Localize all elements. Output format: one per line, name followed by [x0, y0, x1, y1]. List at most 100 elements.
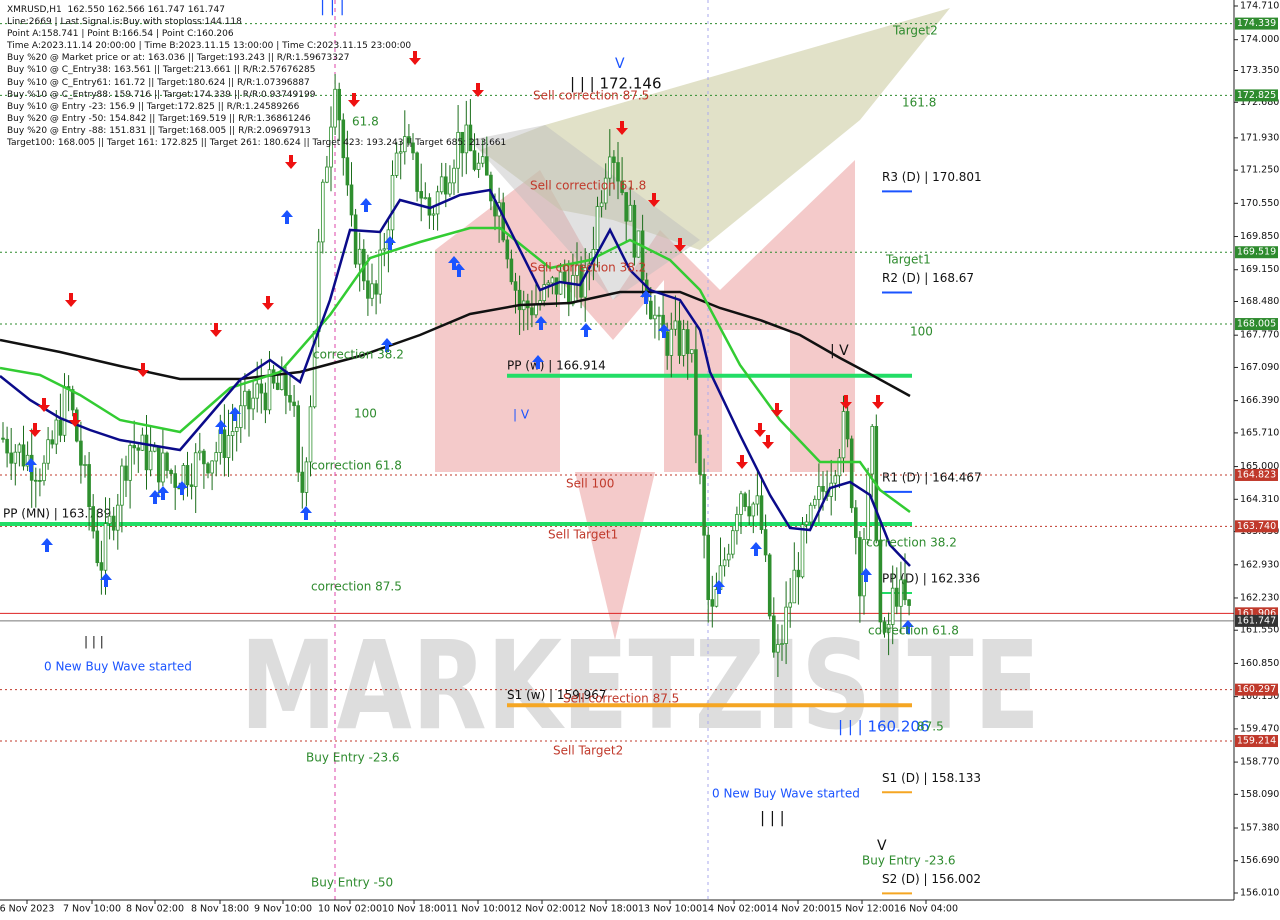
candle-body: [275, 382, 280, 390]
price-chart[interactable]: MARKETZISITE PP (MN) | 163.789PP (w) | 1…: [0, 0, 1280, 920]
chart-annotation: V: [615, 56, 625, 72]
candle-body: [804, 521, 809, 525]
price-tick-label: 160.850: [1240, 658, 1279, 669]
candle-body: [238, 405, 243, 428]
chart-annotation: 161.8: [902, 96, 936, 110]
candle-body: [42, 462, 46, 482]
candle-body: [649, 300, 653, 320]
candle-body: [632, 204, 637, 258]
chart-annotation: 61.8: [352, 115, 379, 129]
candle-body: [87, 464, 91, 507]
chart-annotation: correction 38.2: [866, 536, 957, 550]
candle-body: [21, 444, 26, 467]
price-tick-label: 157.380: [1240, 823, 1279, 834]
candle-body: [796, 569, 801, 578]
pivot-level-label: R2 (D) | 168.67: [882, 271, 974, 285]
price-tag-label: 164.823: [1237, 469, 1276, 480]
time-tick-label: 9 Nov 10:00: [254, 904, 312, 915]
pivot-level-label: PP (w) | 166.914: [507, 358, 606, 372]
candle-body: [767, 554, 772, 617]
candle-body: [743, 493, 747, 508]
candle-body: [456, 131, 460, 169]
time-tick-label: 14 Nov 02:00: [702, 904, 766, 915]
candle-body: [345, 157, 350, 186]
candle-body: [665, 331, 669, 356]
chart-annotation: | | |: [320, 0, 345, 16]
price-tag-label: 163.740: [1237, 521, 1276, 532]
candle-body: [34, 479, 38, 482]
candle-body: [99, 562, 104, 571]
candle-body: [189, 484, 194, 487]
chart-annotation: | V: [513, 408, 530, 422]
price-tick-label: 168.480: [1240, 296, 1279, 307]
candle-body: [858, 537, 862, 597]
candle-body: [1, 437, 5, 440]
price-tag-label: 160.297: [1237, 684, 1276, 695]
candle-body: [17, 444, 22, 453]
candle-body: [759, 495, 764, 531]
candle-body: [13, 451, 18, 464]
chart-annotation: 0 New Buy Wave started: [712, 787, 860, 801]
candle-body: [5, 438, 9, 454]
price-tick-label: 167.090: [1240, 362, 1279, 373]
candle-body: [316, 241, 321, 332]
price-tag-label: 159.214: [1237, 736, 1276, 747]
chart-annotation: correction 61.8: [311, 459, 402, 473]
price-tick-label: 174.710: [1240, 1, 1279, 12]
candle-body: [353, 214, 358, 265]
candle-body: [197, 450, 202, 454]
candle-body: [821, 486, 825, 492]
candle-body: [698, 434, 702, 475]
price-tag-label: 168.005: [1237, 319, 1276, 330]
price-tick-label: 165.710: [1240, 427, 1279, 438]
candle-body: [677, 320, 682, 356]
candle-body: [685, 329, 690, 354]
candle-body: [776, 644, 780, 653]
candle-body: [505, 239, 510, 260]
candle-body: [837, 457, 842, 477]
chart-annotation: Buy Entry -23.6: [306, 751, 400, 765]
candle-body: [439, 176, 444, 193]
price-tick-label: 171.930: [1240, 132, 1279, 143]
time-tick-label: 14 Nov 20:00: [766, 904, 830, 915]
candle-body: [288, 395, 292, 403]
candle-body: [226, 435, 231, 458]
candle-body: [890, 587, 895, 625]
candle-body: [185, 465, 190, 486]
time-tick-label: 12 Nov 02:00: [510, 904, 574, 915]
candle-body: [464, 124, 469, 154]
candle-body: [780, 643, 784, 645]
chart-annotation: Buy Entry -23.6: [862, 854, 956, 868]
chart-annotation: Target2: [892, 24, 938, 38]
time-tick-label: 13 Nov 10:00: [638, 904, 702, 915]
candle-body: [378, 249, 382, 295]
candle-body: [513, 281, 518, 291]
price-tag-label: 169.519: [1237, 247, 1276, 258]
chart-annotation: correction 61.8: [868, 624, 959, 638]
candle-body: [349, 184, 354, 216]
candle-body: [337, 88, 341, 121]
candle-body: [476, 162, 481, 170]
candle-body: [878, 539, 883, 623]
price-tick-label: 167.770: [1240, 330, 1279, 341]
candle-body: [415, 152, 419, 192]
candle-body: [550, 277, 555, 284]
price-tick-label: 156.010: [1240, 888, 1279, 899]
candle-body: [903, 579, 907, 601]
candle-body: [755, 495, 760, 505]
time-tick-label: 10 Nov 18:00: [382, 904, 446, 915]
candle-body: [726, 553, 731, 561]
candle-body: [161, 452, 165, 483]
candle-body: [870, 426, 874, 475]
candle-body: [501, 202, 505, 241]
candle-body: [79, 440, 83, 466]
candle-body: [366, 280, 370, 299]
candle-body: [628, 204, 633, 222]
chart-annotation: correction 87.5: [311, 580, 402, 594]
candle-body: [669, 328, 674, 356]
candle-body: [255, 383, 260, 399]
candle-body: [357, 248, 362, 265]
candle-body: [706, 534, 710, 601]
candle-body: [411, 142, 415, 154]
price-axis: 174.710174.000173.350172.680171.930171.2…: [1233, 0, 1280, 920]
